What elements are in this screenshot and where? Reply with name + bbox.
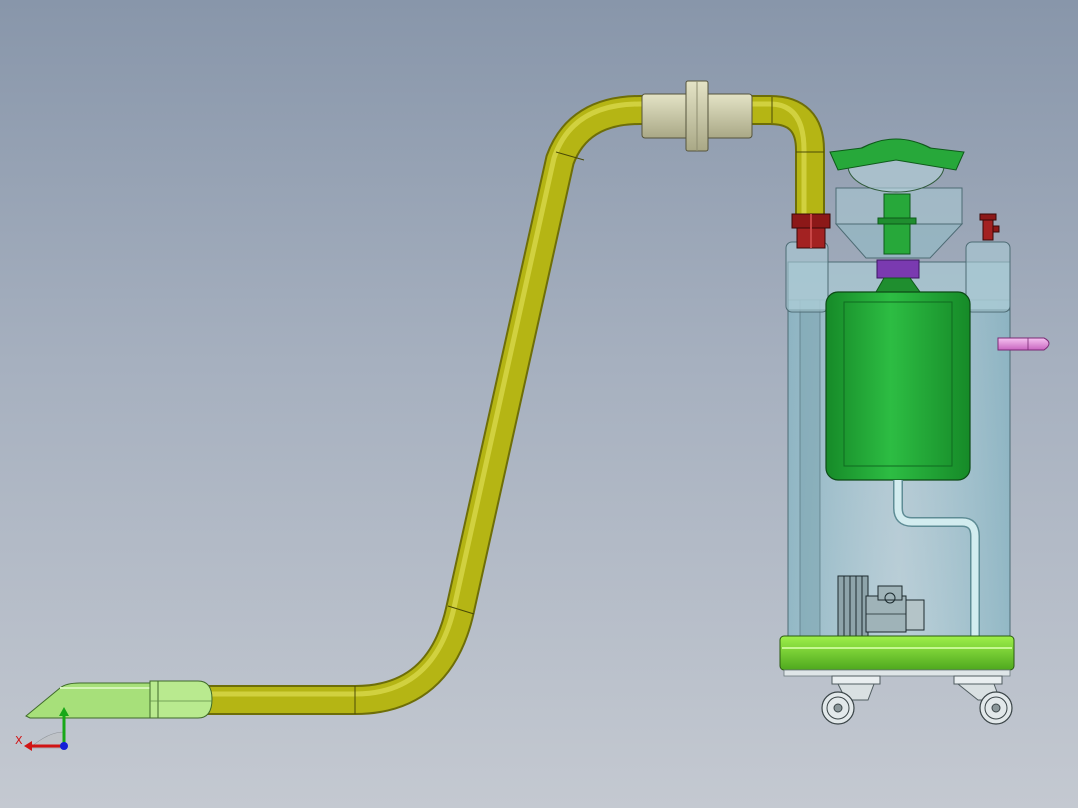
x-axis-label: X <box>15 734 23 747</box>
base-plate[interactable] <box>779 635 1015 677</box>
suction-hose[interactable] <box>205 95 825 715</box>
filter-canister[interactable] <box>825 277 971 481</box>
z-axis-dot <box>60 742 68 750</box>
caster-wheel-left[interactable] <box>821 675 881 725</box>
cad-viewport[interactable]: X <box>0 0 1078 808</box>
vent-fitting[interactable] <box>979 213 1000 241</box>
suction-nozzle[interactable] <box>25 680 213 719</box>
inlet-valve[interactable] <box>791 213 831 249</box>
cad-model-view[interactable]: X <box>0 0 1078 808</box>
side-handle[interactable] <box>997 337 1050 351</box>
caster-wheel-right[interactable] <box>953 675 1013 725</box>
x-axis-head <box>24 741 32 751</box>
hose-coupling[interactable] <box>641 80 753 152</box>
motor-mount[interactable] <box>876 259 920 279</box>
